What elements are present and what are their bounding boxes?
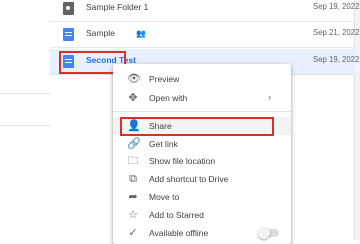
menu-item-add-to-starred[interactable]: ☆ Add to Starred (113, 206, 291, 224)
shared-folder-icon (63, 2, 74, 15)
share-highlight-box (120, 117, 274, 136)
left-panel-divider (0, 125, 50, 126)
file-modified-date: Sep 19, 2022 (313, 2, 360, 11)
menu-item-label: Show file location (149, 156, 216, 166)
google-docs-icon (63, 28, 74, 41)
toggle-knob (258, 227, 270, 239)
offline-toggle[interactable] (258, 227, 279, 239)
shared-people-icon: 👥 (136, 29, 146, 38)
menu-item-label: Preview (149, 74, 180, 84)
file-row-sample-folder-1[interactable]: Sample Folder 1 Sep 19, 2022 (50, 0, 359, 22)
open-with-icon: ✥ (128, 92, 138, 104)
menu-item-add-shortcut[interactable]: ⧉ Add shortcut to Drive (113, 170, 291, 188)
menu-item-label: Add shortcut to Drive (149, 174, 229, 184)
file-name: Sample (86, 28, 115, 38)
link-icon: 🔗 (127, 138, 141, 150)
menu-item-available-offline[interactable]: ✓ Available offline (113, 224, 291, 242)
file-modified-date: Sep 21, 2022 (313, 28, 360, 37)
menu-item-label: Open with (149, 93, 188, 103)
menu-item-preview[interactable]: 👁 Preview (113, 70, 291, 88)
menu-item-open-with[interactable]: ✥ Open with › (113, 89, 291, 107)
file-row-sample[interactable]: Sample 👥 Sep 21, 2022 (50, 22, 359, 48)
menu-divider (113, 111, 291, 112)
drive-window: Sample Folder 1 Sep 19, 2022 Sample 👥 Se… (0, 0, 360, 244)
menu-item-label: Move to (149, 192, 180, 202)
drive-shortcut-icon: ⧉ (129, 173, 137, 185)
eye-icon: 👁 (127, 73, 141, 85)
folder-icon: 🗀 (127, 155, 139, 167)
context-menu: 👁 Preview ✥ Open with › 👤 Share 🔗 Get li… (113, 64, 291, 244)
menu-item-get-link[interactable]: 🔗 Get link (113, 135, 291, 153)
menu-item-label: Get link (149, 139, 178, 149)
star-icon: ☆ (128, 209, 138, 221)
file-name: Sample Folder 1 (86, 2, 149, 12)
menu-item-label: Available offline (149, 228, 209, 238)
left-panel-divider (0, 93, 50, 94)
file-modified-date: Sep 19, 2022 (313, 55, 360, 64)
offline-icon: ✓ (128, 227, 138, 239)
chevron-right-icon: › (268, 92, 271, 102)
menu-item-move-to[interactable]: ➦ Move to (113, 188, 291, 206)
move-to-icon: ➦ (128, 191, 138, 203)
menu-item-show-file-location[interactable]: 🗀 Show file location (113, 152, 291, 170)
menu-item-label: Add to Starred (149, 210, 204, 220)
